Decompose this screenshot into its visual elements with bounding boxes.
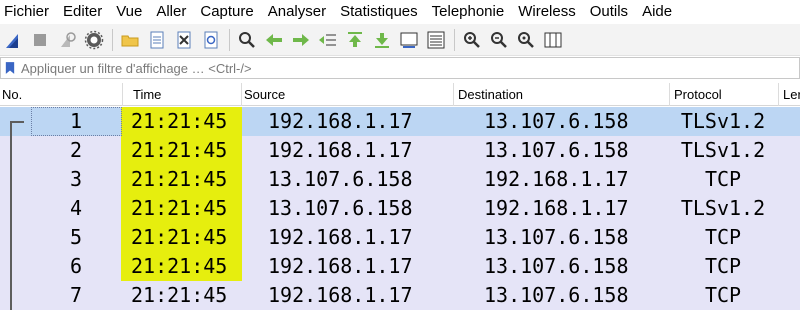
packet-time: 21:21:45 <box>131 138 228 162</box>
column-header-time[interactable]: Time <box>131 83 242 106</box>
column-header-protocol[interactable]: Protocol <box>672 83 779 106</box>
column-header-destination[interactable]: Destination <box>456 83 670 106</box>
options-gear-icon[interactable] <box>83 29 105 51</box>
conversation-bracket <box>10 121 24 123</box>
packet-destination: 192.168.1.17 <box>484 196 629 220</box>
shark-fin-icon[interactable] <box>2 29 24 51</box>
packet-time: 21:21:45 <box>131 167 228 191</box>
menu-bar: Fichier Editer Vue Aller Capture Analyse… <box>0 0 800 24</box>
packet-row[interactable]: 7 21:21:45 192.168.1.17 13.107.6.158 TCP <box>0 281 800 310</box>
menu-aller[interactable]: Aller <box>150 0 194 24</box>
packet-no: 2 <box>69 138 83 162</box>
toolbar-separator <box>112 28 113 51</box>
reload-icon[interactable] <box>200 29 222 51</box>
menu-wireless[interactable]: Wireless <box>512 0 584 24</box>
column-header-source[interactable]: Source <box>242 83 454 106</box>
display-filter-input[interactable] <box>21 60 721 76</box>
packet-source: 192.168.1.17 <box>268 109 413 133</box>
zoom-normal-icon[interactable] <box>515 29 537 51</box>
packet-no: 4 <box>69 196 83 220</box>
close-file-icon[interactable] <box>173 29 195 51</box>
packet-destination: 192.168.1.17 <box>484 167 629 191</box>
main-toolbar <box>0 24 800 56</box>
restart-icon[interactable] <box>56 29 78 51</box>
packet-destination: 13.107.6.158 <box>484 254 629 278</box>
save-file-icon[interactable] <box>146 29 168 51</box>
packet-source: 192.168.1.17 <box>268 283 413 307</box>
packet-source: 13.107.6.158 <box>268 196 413 220</box>
resize-columns-icon[interactable] <box>542 29 564 51</box>
last-packet-icon[interactable] <box>371 29 393 51</box>
packet-time: 21:21:45 <box>131 196 228 220</box>
packet-destination: 13.107.6.158 <box>484 225 629 249</box>
zoom-out-icon[interactable] <box>488 29 510 51</box>
packet-destination: 13.107.6.158 <box>484 109 629 133</box>
toolbar-separator <box>229 28 230 51</box>
packet-time: 21:21:45 <box>131 109 228 133</box>
packet-source: 13.107.6.158 <box>268 167 413 191</box>
packet-protocol: TLSv1.2 <box>680 138 766 162</box>
packet-row[interactable]: 6 21:21:45 192.168.1.17 13.107.6.158 TCP <box>0 252 800 281</box>
menu-aide[interactable]: Aide <box>636 0 680 24</box>
packet-row[interactable]: 1 21:21:45 192.168.1.17 13.107.6.158 TLS… <box>0 107 800 136</box>
packet-row[interactable]: 2 21:21:45 192.168.1.17 13.107.6.158 TLS… <box>0 136 800 165</box>
packet-protocol: TCP <box>704 225 742 249</box>
packet-no: 7 <box>69 283 83 307</box>
packet-source: 192.168.1.17 <box>268 138 413 162</box>
packet-protocol: TCP <box>704 283 742 307</box>
first-packet-icon[interactable] <box>344 29 366 51</box>
packet-protocol: TCP <box>704 254 742 278</box>
menu-capture[interactable]: Capture <box>194 0 261 24</box>
packet-row[interactable]: 3 21:21:45 13.107.6.158 192.168.1.17 TCP <box>0 165 800 194</box>
packet-destination: 13.107.6.158 <box>484 138 629 162</box>
packet-source: 192.168.1.17 <box>268 254 413 278</box>
packet-time: 21:21:45 <box>131 283 228 307</box>
toolbar-separator <box>454 28 455 51</box>
bookmark-icon[interactable] <box>3 60 17 76</box>
packet-no: 3 <box>69 167 83 191</box>
packet-protocol: TCP <box>704 167 742 191</box>
autoscroll-icon[interactable] <box>398 29 420 51</box>
zoom-in-icon[interactable] <box>461 29 483 51</box>
packet-row[interactable]: 4 21:21:45 13.107.6.158 192.168.1.17 TLS… <box>0 194 800 223</box>
packet-no: 6 <box>69 254 83 278</box>
packet-list: 1 21:21:45 192.168.1.17 13.107.6.158 TLS… <box>0 107 800 310</box>
packet-destination: 13.107.6.158 <box>484 283 629 307</box>
packet-time: 21:21:45 <box>131 254 228 278</box>
packet-protocol: TLSv1.2 <box>680 109 766 133</box>
menu-editer[interactable]: Editer <box>57 0 110 24</box>
goto-packet-icon[interactable] <box>317 29 339 51</box>
packet-no: 1 <box>69 109 83 133</box>
menu-analyser[interactable]: Analyser <box>262 0 334 24</box>
back-arrow-icon[interactable] <box>263 29 285 51</box>
packet-no: 5 <box>69 225 83 249</box>
menu-statistiques[interactable]: Statistiques <box>334 0 426 24</box>
packet-source: 192.168.1.17 <box>268 225 413 249</box>
packet-time: 21:21:45 <box>131 225 228 249</box>
colorize-icon[interactable] <box>425 29 447 51</box>
menu-outils[interactable]: Outils <box>584 0 636 24</box>
conversation-bracket-line <box>10 122 12 310</box>
menu-fichier[interactable]: Fichier <box>0 0 57 24</box>
column-header-length[interactable]: Ler <box>781 83 800 106</box>
forward-arrow-icon[interactable] <box>290 29 312 51</box>
column-header-no[interactable]: No. <box>0 83 123 106</box>
packet-row[interactable]: 5 21:21:45 192.168.1.17 13.107.6.158 TCP <box>0 223 800 252</box>
menu-telephonie[interactable]: Telephonie <box>426 0 513 24</box>
packet-list-header: No. Time Source Destination Protocol Ler <box>0 83 800 106</box>
packet-protocol: TLSv1.2 <box>680 196 766 220</box>
stop-icon[interactable] <box>29 29 51 51</box>
open-folder-icon[interactable] <box>119 29 141 51</box>
menu-vue[interactable]: Vue <box>110 0 150 24</box>
find-icon[interactable] <box>236 29 258 51</box>
display-filter-bar <box>0 57 800 79</box>
